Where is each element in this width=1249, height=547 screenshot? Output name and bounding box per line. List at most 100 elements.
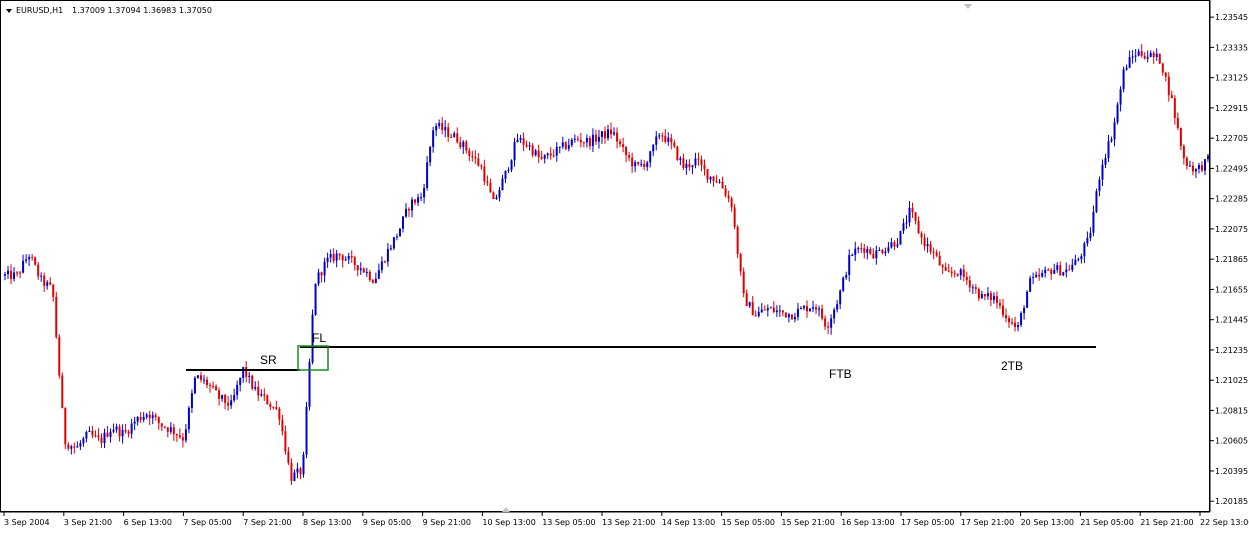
bear-candle bbox=[594, 134, 597, 142]
bull-candle bbox=[507, 169, 510, 171]
bear-candle bbox=[251, 375, 254, 389]
bear-candle bbox=[492, 192, 495, 200]
bull-candle bbox=[398, 228, 401, 237]
price-tick-label: 1.20605 bbox=[1215, 437, 1248, 446]
bull-candle bbox=[1134, 55, 1137, 57]
bull-candle bbox=[1056, 265, 1059, 270]
bear-candle bbox=[341, 255, 344, 261]
bear-candle bbox=[480, 165, 483, 167]
bear-candle bbox=[772, 307, 775, 313]
bear-candle bbox=[106, 432, 109, 437]
bull-candle bbox=[561, 142, 564, 147]
bull-candle bbox=[40, 275, 43, 277]
time-tick-label: 13 Sep 21:00 bbox=[602, 518, 655, 527]
bear-candle bbox=[456, 133, 459, 143]
bear-candle bbox=[10, 270, 13, 280]
bull-candle bbox=[323, 261, 326, 276]
bear-candle bbox=[1011, 322, 1014, 324]
bear-candle bbox=[224, 395, 227, 403]
bull-candle bbox=[640, 163, 643, 165]
bull-candle bbox=[190, 393, 193, 408]
bull-candle bbox=[314, 283, 317, 315]
bull-candle bbox=[380, 261, 383, 271]
bear-candle bbox=[953, 273, 956, 275]
bear-candle bbox=[920, 233, 923, 238]
bear-candle bbox=[172, 427, 175, 435]
bear-candle bbox=[175, 434, 178, 436]
bear-candle bbox=[263, 394, 266, 396]
bear-candle bbox=[938, 255, 941, 266]
bear-candle bbox=[160, 423, 163, 427]
bear-candle bbox=[863, 248, 866, 253]
bull-candle bbox=[79, 443, 82, 447]
bear-candle bbox=[383, 261, 386, 263]
bull-candle bbox=[634, 162, 637, 167]
bear-candle bbox=[371, 280, 374, 283]
bear-candle bbox=[827, 326, 830, 328]
bear-candle bbox=[332, 254, 335, 261]
bull-candle bbox=[887, 247, 890, 252]
bear-candle bbox=[929, 244, 932, 252]
time-tick-label: 6 Sep 13:00 bbox=[124, 518, 172, 527]
bull-candle bbox=[971, 287, 974, 289]
bear-candle bbox=[290, 462, 293, 481]
bull-candle bbox=[82, 438, 85, 444]
bear-candle bbox=[97, 435, 100, 438]
bear-candle bbox=[55, 296, 58, 338]
bear-candle bbox=[610, 129, 613, 135]
bull-candle bbox=[875, 250, 878, 259]
ftb-label: FTB bbox=[829, 367, 852, 381]
bear-candle bbox=[911, 207, 914, 213]
bear-candle bbox=[588, 138, 591, 147]
price-tick-label: 1.20815 bbox=[1215, 406, 1248, 415]
bear-candle bbox=[465, 141, 468, 151]
bear-candle bbox=[869, 248, 872, 254]
bull-candle bbox=[691, 165, 694, 168]
bull-candle bbox=[88, 430, 91, 433]
bear-candle bbox=[1038, 274, 1041, 277]
sr-label: SR bbox=[260, 353, 277, 367]
bull-candle bbox=[504, 170, 507, 179]
bull-candle bbox=[305, 406, 308, 455]
bull-candle bbox=[848, 255, 851, 275]
bear-candle bbox=[19, 272, 22, 274]
bull-candle bbox=[890, 242, 893, 248]
price-axis: 1.23545 1.23335 1.23125 1.22915 1.22705 1.224… bbox=[1210, 13, 1248, 506]
bear-candle bbox=[157, 417, 160, 424]
bull-candle bbox=[833, 309, 836, 319]
bear-candle bbox=[745, 293, 748, 307]
bull-candle bbox=[1017, 325, 1020, 328]
bear-candle bbox=[1167, 76, 1170, 96]
bull-candle bbox=[429, 146, 432, 163]
bear-candle bbox=[209, 385, 212, 387]
bear-candle bbox=[733, 207, 736, 227]
bear-candle bbox=[52, 284, 55, 297]
bear-candle bbox=[139, 416, 142, 420]
bear-candle bbox=[266, 395, 269, 405]
bear-candle bbox=[670, 137, 673, 143]
bear-candle bbox=[989, 293, 992, 300]
bull-candle bbox=[329, 254, 332, 258]
bull-candle bbox=[857, 248, 860, 250]
time-tick-label: 22 Sep 13:00 bbox=[1200, 518, 1249, 527]
bull-candle bbox=[679, 158, 682, 160]
time-tick-label: 14 Sep 13:00 bbox=[662, 518, 715, 527]
bull-candle bbox=[308, 362, 311, 407]
bear-candle bbox=[742, 271, 745, 294]
bear-candle bbox=[564, 142, 567, 149]
bull-candle bbox=[646, 162, 649, 168]
bear-candle bbox=[459, 142, 462, 148]
bull-candle bbox=[236, 384, 239, 396]
bear-candle bbox=[43, 275, 46, 286]
bear-candle bbox=[148, 414, 151, 419]
bear-candle bbox=[893, 242, 896, 247]
bear-candle bbox=[724, 188, 727, 196]
price-tick-label: 1.22495 bbox=[1215, 164, 1248, 173]
bull-candle bbox=[558, 146, 561, 148]
time-tick-label: 20 Sep 13:00 bbox=[1021, 518, 1074, 527]
bull-candle bbox=[109, 431, 112, 437]
bull-candle bbox=[1197, 165, 1200, 169]
bear-candle bbox=[199, 375, 202, 380]
price-chart[interactable]: EURUSD,H1 1.37009 1.37094 1.36983 1.3705… bbox=[0, 0, 1249, 547]
bull-candle bbox=[1029, 278, 1032, 292]
